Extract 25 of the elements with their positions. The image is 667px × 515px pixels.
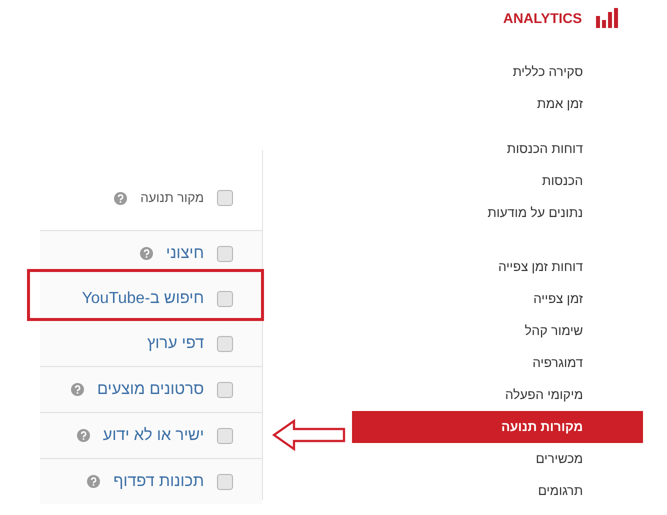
checkbox[interactable] <box>217 474 233 490</box>
sidebar-item[interactable]: דוחות זמן צפייה <box>352 251 643 283</box>
sidebar-item[interactable]: שימור קהל <box>352 315 643 347</box>
sidebar-item[interactable]: מכשירים <box>352 443 643 475</box>
sidebar-item[interactable]: סקירה כללית <box>352 56 643 88</box>
sidebar-title: ANALYTICS <box>503 8 582 28</box>
checkbox[interactable] <box>217 336 233 352</box>
checkbox[interactable] <box>217 246 233 262</box>
sidebar-item[interactable]: מקורות תנועה <box>352 411 643 443</box>
sidebar-item[interactable]: מיקומי הפעלה <box>352 379 643 411</box>
traffic-source-link[interactable]: חיצוני <box>166 242 204 266</box>
checkbox[interactable] <box>217 382 233 398</box>
sidebar-item[interactable]: נתונים על מודעות <box>352 197 643 229</box>
bar-chart-icon <box>596 8 618 28</box>
sidebar-item[interactable]: תרגומים <box>352 475 643 507</box>
sidebar-item[interactable]: הכנסות <box>352 165 643 197</box>
checkbox[interactable] <box>217 428 233 444</box>
sidebar-item[interactable]: דוחות הכנסות <box>352 133 643 165</box>
traffic-source-link[interactable]: דפי ערוץ <box>147 332 204 356</box>
checkbox[interactable] <box>217 290 233 306</box>
sidebar-item[interactable]: זמן צפייה <box>352 283 643 315</box>
checkbox[interactable] <box>217 190 233 206</box>
filter-header-label: מקור תנועה <box>140 189 204 208</box>
sidebar-item[interactable]: דמוגרפיה <box>352 347 643 379</box>
sidebar-item[interactable]: זמן אמת <box>352 88 643 120</box>
